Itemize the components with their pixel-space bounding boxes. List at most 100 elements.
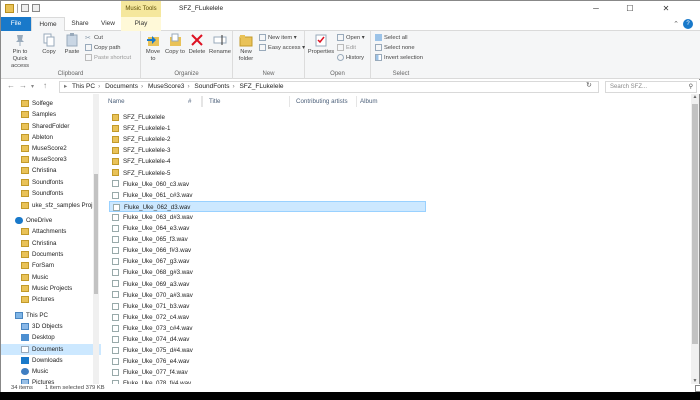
open-button[interactable]: Open ▾: [337, 34, 365, 43]
sidebar-item-musescore3[interactable]: MuseScore3: [1, 154, 101, 165]
sidebar-item-pictures[interactable]: Pictures: [1, 294, 101, 305]
back-arrow-icon[interactable]: ←: [7, 81, 15, 90]
breadcrumb-soundfonts[interactable]: SoundFonts: [194, 83, 229, 90]
sidebar-item-this-pc[interactable]: This PC: [1, 310, 101, 321]
paste-button[interactable]: Paste: [61, 33, 83, 56]
sidebar-item-soundfonts[interactable]: Soundfonts: [1, 188, 101, 199]
close-button[interactable]: ✕: [651, 1, 681, 17]
recent-chevron-icon[interactable]: ▾: [31, 83, 34, 90]
file-row[interactable]: Fluke_Uke_075_d#4.wav: [109, 345, 426, 356]
refresh-icon[interactable]: ↻: [586, 81, 592, 89]
file-row[interactable]: SFZ_FLukelele-5: [109, 168, 426, 179]
sidebar-item-desktop[interactable]: Desktop: [1, 332, 101, 343]
file-row[interactable]: Fluke_Uke_063_d#3.wav: [109, 212, 426, 223]
file-row[interactable]: Fluke_Uke_072_c4.wav: [109, 312, 426, 323]
tab-share[interactable]: Share: [67, 17, 93, 31]
file-row[interactable]: SFZ_FLukelele-3: [109, 145, 426, 156]
properties-button[interactable]: Properties: [307, 33, 335, 56]
delete-button[interactable]: Delete: [187, 33, 207, 56]
sidebar-item-documents[interactable]: Documents: [1, 249, 101, 260]
help-icon[interactable]: ?: [683, 19, 693, 29]
file-row[interactable]: Fluke_Uke_074_d4.wav: [109, 334, 426, 345]
copy-to-button[interactable]: Copy to: [165, 33, 185, 56]
file-row[interactable]: Fluke_Uke_066_f#3.wav: [109, 245, 426, 256]
sidebar-item-musescore2[interactable]: MuseScore2: [1, 143, 101, 154]
file-row[interactable]: Fluke_Uke_068_g#3.wav: [109, 267, 426, 278]
minimize-button[interactable]: ─: [581, 1, 611, 17]
cut-button[interactable]: ✂ Cut: [85, 34, 103, 43]
properties-qat-icon[interactable]: [21, 4, 29, 12]
sidebar-item-christina[interactable]: Christina: [1, 238, 101, 249]
new-folder-button[interactable]: New folder: [235, 33, 257, 63]
copy-button[interactable]: Copy: [39, 33, 59, 56]
file-row[interactable]: Fluke_Uke_070_a#3.wav: [109, 290, 426, 301]
large-icons-view-icon[interactable]: [695, 385, 700, 392]
pin-quick-access-button[interactable]: Pin to Quick access: [5, 33, 35, 70]
copy-path-button[interactable]: Copy path: [85, 44, 120, 53]
file-row[interactable]: Fluke_Uke_062_d3.wav: [109, 200, 426, 212]
tab-play[interactable]: Play: [121, 17, 161, 31]
move-to-button[interactable]: Move to: [143, 33, 163, 63]
sidebar-item-samples[interactable]: Samples: [1, 109, 101, 120]
column-header-number[interactable]: #: [181, 96, 203, 107]
file-row[interactable]: Fluke_Uke_073_c#4.wav: [109, 323, 426, 334]
column-header-album[interactable]: Album: [353, 96, 423, 107]
file-row[interactable]: Fluke_Uke_077_f4.wav: [109, 367, 426, 378]
sidebar-item-forsam[interactable]: ForSam: [1, 260, 101, 271]
tab-view[interactable]: View: [95, 17, 121, 31]
breadcrumb-this-pc[interactable]: This PC: [72, 83, 95, 90]
file-row[interactable]: Fluke_Uke_061_c#3.wav: [109, 190, 426, 201]
file-row[interactable]: Fluke_Uke_065_f3.wav: [109, 234, 426, 245]
sidebar-item-documents[interactable]: Documents: [1, 344, 101, 355]
maximize-button[interactable]: ☐: [615, 1, 645, 17]
breadcrumb-sfz-flukelele[interactable]: SFZ_FLukelele: [239, 83, 283, 90]
file-row[interactable]: Fluke_Uke_060_c3.wav: [109, 179, 426, 190]
sidebar-item-ableton[interactable]: Ableton: [1, 132, 101, 143]
file-row[interactable]: SFZ_FLukelele-2: [109, 134, 426, 145]
sidebar-item-onedrive[interactable]: OneDrive: [1, 215, 101, 226]
select-all-button[interactable]: Select all: [375, 34, 408, 43]
sidebar-item-sharedfolder[interactable]: SharedFolder: [1, 121, 101, 132]
file-row[interactable]: Fluke_Uke_071_b3.wav: [109, 301, 426, 312]
sidebar-item-uke-sfz-samples-proj[interactable]: uke_sfz_samples Proj: [1, 200, 101, 211]
column-header-contributing-artists[interactable]: Contributing artists: [289, 96, 357, 107]
sidebar-item-solfege[interactable]: Solfege: [1, 98, 101, 109]
new-folder-qat-icon[interactable]: [32, 4, 40, 12]
up-arrow-icon[interactable]: ↑: [43, 81, 47, 90]
file-row[interactable]: Fluke_Uke_069_a3.wav: [109, 279, 426, 290]
select-none-button[interactable]: Select none: [375, 44, 415, 53]
scroll-up-icon[interactable]: ▲: [691, 94, 699, 100]
paste-shortcut-button[interactable]: Paste shortcut: [85, 54, 131, 63]
rename-button[interactable]: Rename: [209, 33, 231, 56]
file-list-scrollbar[interactable]: ▲ ▼: [691, 94, 699, 384]
column-header-title[interactable]: Title: [202, 96, 290, 107]
breadcrumb-musescore3[interactable]: MuseScore3: [148, 83, 185, 90]
sidebar-item-music[interactable]: Music: [1, 272, 101, 283]
address-bar[interactable]: ▸ This PC › Documents › MuseScore3 › SoundF…: [59, 81, 599, 93]
tab-home[interactable]: Home: [31, 17, 65, 31]
sidebar-item-christina[interactable]: Christina: [1, 165, 101, 176]
easy-access-button[interactable]: Easy access ▾: [259, 44, 305, 53]
edit-button[interactable]: Edit: [337, 44, 356, 53]
file-row[interactable]: SFZ_FLukelele-1: [109, 123, 426, 134]
navigation-scrollbar[interactable]: [93, 94, 99, 384]
collapse-ribbon-icon[interactable]: ⌃: [673, 20, 679, 28]
new-item-button[interactable]: New item ▾: [259, 34, 297, 43]
file-row[interactable]: Fluke_Uke_064_e3.wav: [109, 223, 426, 234]
sidebar-item-pictures[interactable]: Pictures: [1, 377, 101, 384]
sidebar-item-music[interactable]: Music: [1, 366, 101, 377]
forward-arrow-icon[interactable]: →: [19, 81, 27, 90]
invert-selection-button[interactable]: Invert selection: [375, 54, 423, 63]
file-row[interactable]: Fluke_Uke_076_e4.wav: [109, 356, 426, 367]
sidebar-item-attachments[interactable]: Attachments: [1, 226, 101, 237]
search-input[interactable]: Search SFZ... ⚲: [605, 81, 697, 93]
breadcrumb-documents[interactable]: Documents: [105, 83, 138, 90]
history-button[interactable]: History: [337, 54, 364, 63]
file-row[interactable]: Fluke_Uke_067_g3.wav: [109, 256, 426, 267]
scrollbar-thumb[interactable]: [94, 174, 98, 294]
scrollbar-thumb[interactable]: [692, 104, 698, 344]
tab-file[interactable]: File: [1, 17, 31, 31]
sidebar-item-music-projects[interactable]: Music Projects: [1, 283, 101, 294]
sidebar-item-soundfonts[interactable]: Soundfonts: [1, 177, 101, 188]
sidebar-item-downloads[interactable]: Downloads: [1, 355, 101, 366]
